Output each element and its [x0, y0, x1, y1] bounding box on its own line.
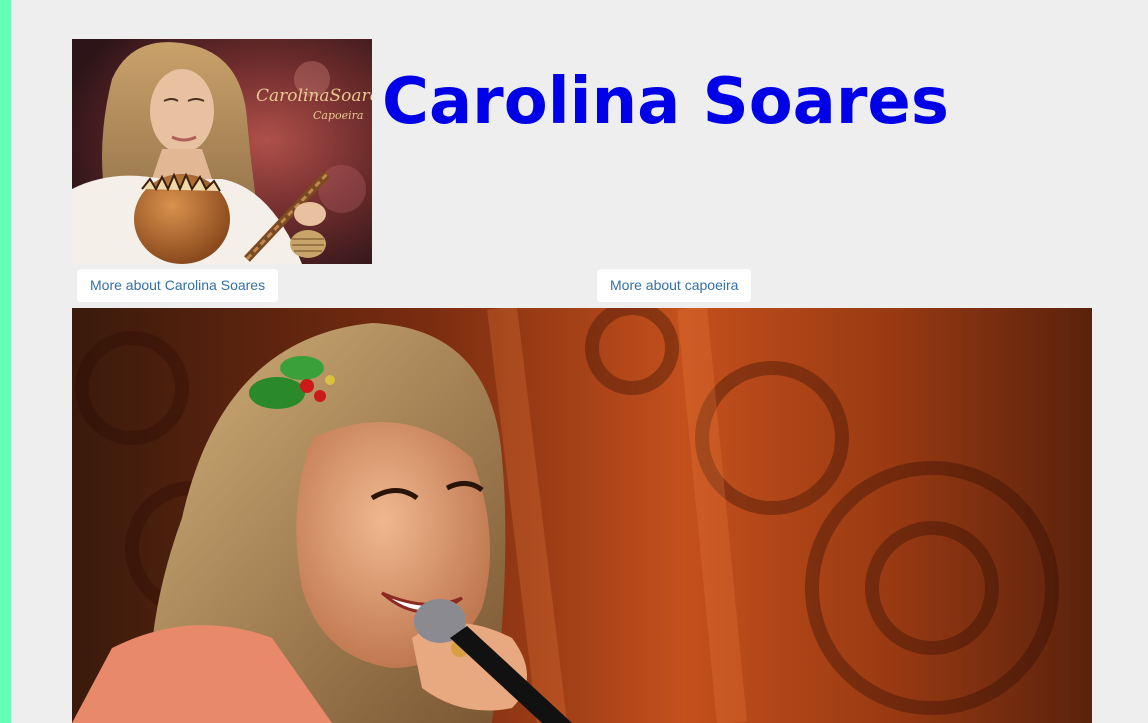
more-about-artist-link[interactable]: More about Carolina Soares [77, 269, 279, 302]
album-cover-image: CarolinaSoares Capoeira [72, 39, 372, 264]
album-logo-name: CarolinaSoares [256, 86, 372, 106]
album-cover-art: CarolinaSoares Capoeira [72, 39, 372, 264]
hero-photo-art [72, 308, 1092, 723]
page-title: Carolina Soares [382, 65, 949, 139]
album-logo-subtitle: Capoeira [313, 109, 363, 122]
more-about-capoeira-link[interactable]: More about capoeira [597, 269, 752, 302]
hero-performance-photo [72, 308, 1092, 723]
left-accent-bar [0, 0, 11, 723]
